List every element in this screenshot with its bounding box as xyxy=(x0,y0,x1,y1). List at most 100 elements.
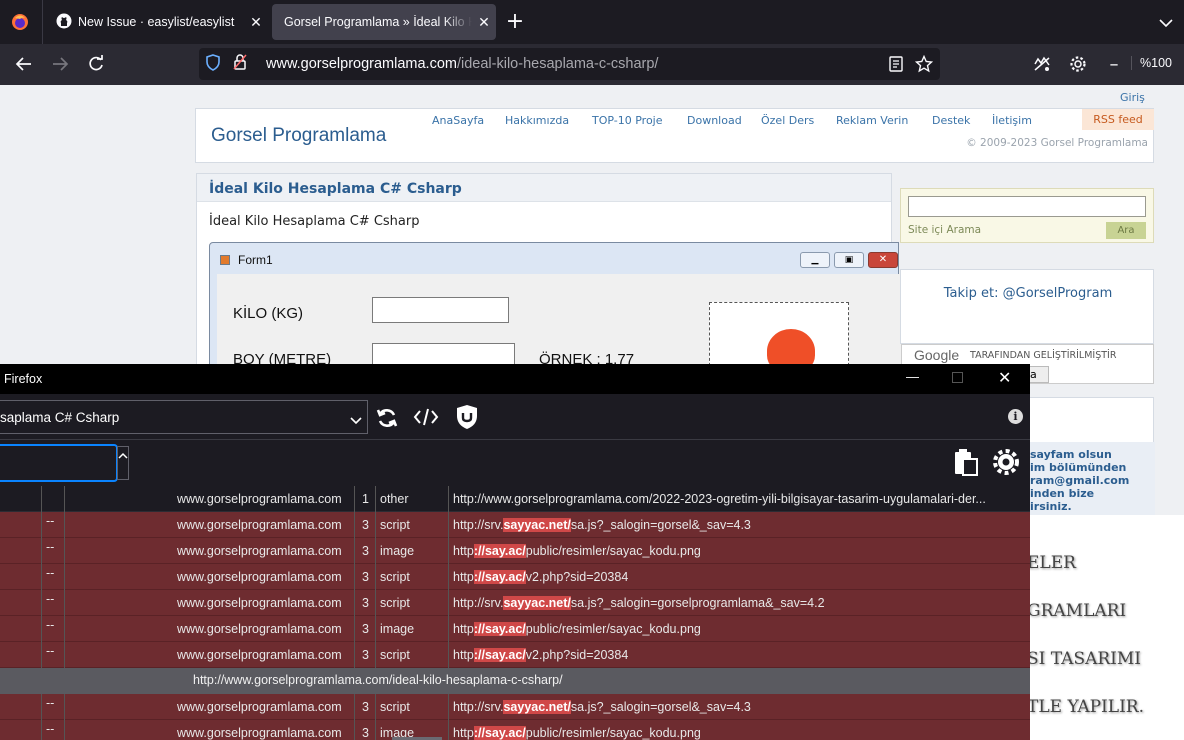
settings-gear-icon[interactable] xyxy=(993,449,1019,480)
promo-panel: ELER GRAMLARI SI TASARIMI TLE YAPILIR. xyxy=(1027,515,1184,740)
separator-url: http://www.gorselprogramlama.com/ideal-k… xyxy=(193,673,563,687)
nav-reklam[interactable]: Reklam Verin xyxy=(836,114,908,127)
ublock-toolbar-icon[interactable] xyxy=(1027,50,1057,78)
logger-row[interactable]: -- www.gorselprogramlama.com 3 image http://… xyxy=(0,616,1030,642)
url-prefix: http xyxy=(453,648,474,662)
zoom-out-icon[interactable]: – xyxy=(1099,50,1129,78)
window-close-icon[interactable]: ✕ xyxy=(998,368,1011,388)
row-count: 3 xyxy=(362,596,369,610)
cell-divider xyxy=(354,512,355,538)
contact-line: im bölümünden xyxy=(1030,461,1127,474)
row-count: 3 xyxy=(362,622,369,636)
cell-divider xyxy=(354,538,355,564)
rss-feed-link[interactable]: RSS feed xyxy=(1082,109,1154,130)
close-tab-icon[interactable]: ✕ xyxy=(472,14,496,31)
cell-divider xyxy=(41,590,42,616)
row-domain: www.gorselprogramlama.com xyxy=(177,492,342,506)
shield-icon[interactable] xyxy=(205,53,223,75)
row-dash: -- xyxy=(46,644,55,658)
info-icon[interactable]: i xyxy=(1008,409,1023,424)
row-url: http://say.ac/v2.php?sid=20384 xyxy=(453,570,628,584)
logger-row[interactable]: -- www.gorselprogramlama.com 3 script http:/… xyxy=(0,642,1030,668)
row-type: image xyxy=(380,544,415,558)
url-suffix: public/resimler/sayac_kodu.png xyxy=(525,544,701,558)
tab-github[interactable]: New Issue · easylist/easylist ✕ xyxy=(44,4,268,40)
follow-link[interactable]: Takip et: @GorselProgram xyxy=(901,286,1155,301)
logger-entries: www.gorselprogramlama.com 1 other http://ww… xyxy=(0,486,1030,740)
row-dash: -- xyxy=(46,592,55,606)
row-count: 3 xyxy=(362,570,369,584)
nav-destek[interactable]: Destek xyxy=(932,114,970,127)
reader-view-icon[interactable] xyxy=(888,56,904,76)
logger-row[interactable]: -- www.gorselprogramlama.com 3 image http://… xyxy=(0,538,1030,564)
logger-row[interactable]: -- www.gorselprogramlama.com 3 script http:/… xyxy=(0,694,1030,720)
new-tab-icon[interactable]: + xyxy=(503,10,527,34)
nav-iletisim[interactable]: İletişim xyxy=(992,114,1032,127)
tab-title: New Issue · easylist/easylist xyxy=(78,15,235,29)
cell-divider xyxy=(354,720,355,740)
url-suffix: sa.js?_salogin=gorsel&_sav=4.3 xyxy=(570,518,751,532)
zoom-level[interactable]: %100 xyxy=(1131,56,1172,70)
cell-divider xyxy=(375,616,376,642)
contact-email[interactable]: ram@gmail.com xyxy=(1030,474,1129,487)
cell-divider xyxy=(354,616,355,642)
cell-divider xyxy=(354,590,355,616)
google-search-button[interactable]: a xyxy=(1027,366,1049,383)
google-caption: TARAFINDAN GELİŞTİRİLMİŞTİR xyxy=(970,350,1117,361)
nav-ozel-ders[interactable]: Özel Ders xyxy=(761,114,814,127)
logger-row[interactable]: -- www.gorselprogramlama.com 3 script http:/… xyxy=(0,590,1030,616)
promo-line: SI TASARIMI xyxy=(1027,649,1142,669)
logger-row[interactable]: -- www.gorselprogramlama.com 3 script http:/… xyxy=(0,512,1030,538)
nav-hakkimizda[interactable]: Hakkımızda xyxy=(505,114,569,127)
bookmark-star-icon[interactable] xyxy=(914,54,934,77)
tab-active[interactable]: Gorsel Programlama » İdeal Kilo Hesaplam… xyxy=(272,4,496,40)
firefox-icon[interactable] xyxy=(11,13,29,31)
code-view-icon[interactable] xyxy=(413,406,439,433)
cell-divider xyxy=(375,590,376,616)
reload-icon[interactable] xyxy=(81,50,111,78)
tab-list-chevron-icon[interactable] xyxy=(1158,14,1176,28)
back-icon[interactable] xyxy=(9,50,39,78)
url-filter-match: ://say.ac/ xyxy=(473,544,526,558)
cell-divider xyxy=(354,694,355,720)
logger-row[interactable]: -- www.gorselprogramlama.com 3 image http://… xyxy=(0,720,1030,740)
nav-download[interactable]: Download xyxy=(687,114,742,127)
kilo-input xyxy=(372,297,509,323)
gear-icon[interactable] xyxy=(1063,50,1093,78)
row-domain: www.gorselprogramlama.com xyxy=(177,544,342,558)
filter-expander-icon[interactable] xyxy=(117,446,129,480)
logger-row[interactable]: www.gorselprogramlama.com 1 other http://ww… xyxy=(0,486,1030,512)
filter-input[interactable] xyxy=(0,444,118,482)
ublock-dashboard-icon[interactable] xyxy=(456,404,478,435)
promo-line: TLE YAPILIR. xyxy=(1027,697,1144,717)
url-bar[interactable]: www.gorselprogramlama.com/ideal-kilo-hes… xyxy=(199,48,940,80)
site-search-input[interactable] xyxy=(908,196,1146,217)
url-suffix: v2.php?sid=20384 xyxy=(525,648,629,662)
row-url: http://srv.sayyac.net/sa.js?_salogin=gor… xyxy=(453,518,751,532)
url-prefix: http://www.gorselprogramlama.com/2022-20… xyxy=(453,492,986,506)
window-minimize-icon[interactable]: — xyxy=(906,369,926,384)
row-count: 3 xyxy=(362,726,369,740)
cell-divider xyxy=(448,512,449,538)
tab-selector-value: saplama C# Csharp xyxy=(0,410,120,425)
row-domain: www.gorselprogramlama.com xyxy=(177,700,342,714)
lock-icon[interactable] xyxy=(233,54,251,74)
logger-page-separator[interactable]: http://www.gorselprogramlama.com/ideal-k… xyxy=(0,668,1030,694)
nav-anasayfa[interactable]: AnaSayfa xyxy=(432,114,484,127)
row-url: http://say.ac/v2.php?sid=20384 xyxy=(453,648,628,662)
post-title[interactable]: İdeal Kilo Hesaplama C# Csharp xyxy=(209,181,462,197)
forward-icon[interactable] xyxy=(45,50,75,78)
reload-tab-icon[interactable] xyxy=(375,406,399,435)
tab-selector[interactable]: saplama C# Csharp xyxy=(0,400,368,434)
row-domain: www.gorselprogramlama.com xyxy=(177,648,342,662)
clipboard-icon[interactable] xyxy=(953,448,979,481)
login-link[interactable]: Giriş xyxy=(1120,91,1145,104)
close-tab-icon[interactable]: ✕ xyxy=(244,14,268,31)
cell-divider xyxy=(64,590,65,616)
row-url: http://say.ac/public/resimler/sayac_kodu… xyxy=(453,544,701,558)
site-logo[interactable]: Gorsel Programlama xyxy=(211,125,386,147)
site-search-button[interactable]: Ara xyxy=(1106,222,1146,239)
nav-top10[interactable]: TOP-10 Proje xyxy=(592,114,663,127)
window-maximize-icon[interactable] xyxy=(952,372,963,383)
logger-row[interactable]: -- www.gorselprogramlama.com 3 script http:/… xyxy=(0,564,1030,590)
